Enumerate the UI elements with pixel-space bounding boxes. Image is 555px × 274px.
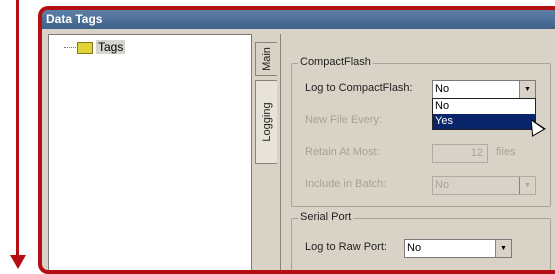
vertical-tab-strip: Main Logging (252, 34, 280, 270)
chevron-down-icon[interactable]: ▼ (495, 240, 511, 257)
dropdown-option-yes[interactable]: Yes (433, 114, 535, 129)
compactflash-group: CompactFlash Log to CompactFlash: No ▼ N… (291, 56, 551, 207)
tab-main[interactable]: Main (255, 42, 277, 76)
include-in-batch-label: Include in Batch: (305, 178, 387, 190)
serial-port-group: Serial Port Log to Raw Port: No ▼ (291, 211, 551, 270)
tab-logging-label: Logging (260, 102, 273, 142)
log-to-raw-port-label: Log to Raw Port: (305, 241, 387, 253)
chevron-down-icon: ▼ (519, 177, 535, 194)
tag-icon (77, 42, 93, 54)
include-in-batch-select[interactable]: No ▼ (432, 176, 536, 195)
tag-tree[interactable]: Tags (48, 34, 252, 270)
tab-main-label: Main (260, 47, 273, 71)
annotation-arrow-head-icon (10, 255, 26, 269)
serial-port-group-title: Serial Port (298, 211, 354, 223)
log-to-compactflash-value: No (435, 83, 450, 95)
retain-at-most-field[interactable]: 12 (432, 144, 488, 163)
window-title: Data Tags (42, 10, 555, 29)
retain-unit-label: files (496, 146, 516, 158)
new-file-every-label: New File Every: (305, 114, 383, 126)
retain-at-most-label: Retain At Most: (305, 146, 380, 158)
log-to-compactflash-select[interactable]: No ▼ (432, 80, 536, 99)
data-tags-window: Data Tags Tags Main Logging CompactFlash… (38, 6, 555, 274)
tree-item-tags[interactable]: Tags (96, 40, 126, 54)
log-to-raw-port-select[interactable]: No ▼ (404, 239, 512, 258)
dropdown-option-no[interactable]: No (433, 99, 535, 114)
chevron-down-icon[interactable]: ▼ (519, 81, 535, 98)
log-to-compactflash-dropdown-list[interactable]: No Yes (432, 98, 536, 130)
compactflash-group-title: CompactFlash (298, 56, 373, 68)
tab-logging[interactable]: Logging (255, 80, 277, 164)
include-in-batch-value: No (435, 179, 450, 191)
log-to-raw-port-value: No (407, 242, 422, 254)
annotation-arrow-line (16, 0, 19, 258)
log-to-compactflash-label: Log to CompactFlash: (305, 82, 413, 94)
logging-panel: CompactFlash Log to CompactFlash: No ▼ N… (280, 34, 555, 270)
